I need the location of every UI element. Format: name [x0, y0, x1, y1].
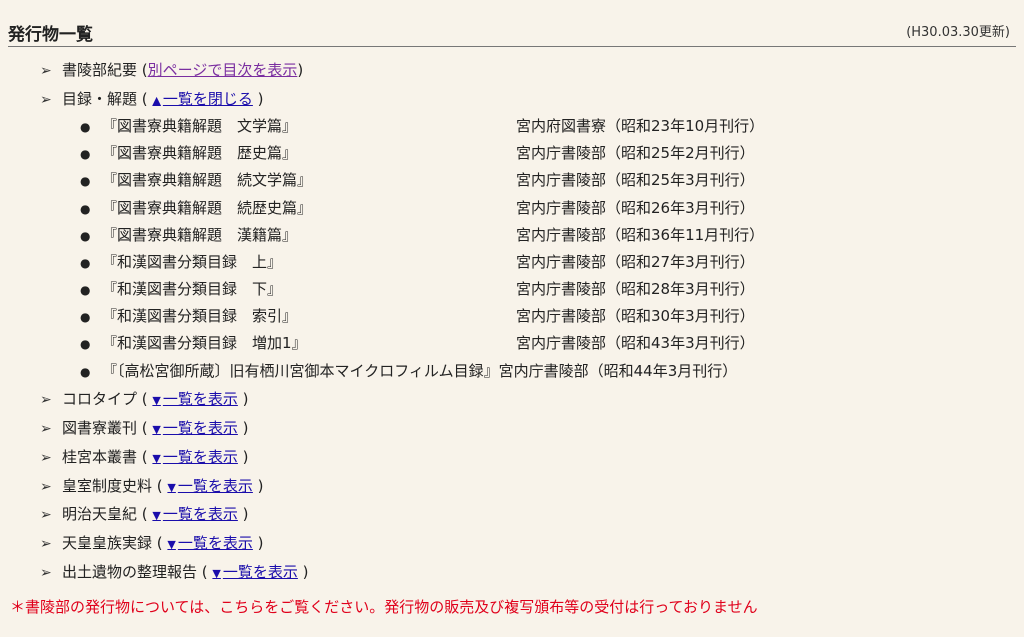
list-item: ● 『図書寮典籍解題 漢籍篇』: [80, 223, 297, 247]
section-label: コロタイプ: [62, 390, 138, 408]
section-label: 書陵部紀要: [62, 61, 138, 79]
arrow-icon: ➢: [40, 565, 52, 581]
section-shutsudo-ibutsu: ➢ 出土遺物の整理報告 ( ▼ 一覧を表示 ): [40, 560, 309, 584]
item-publisher: 宮内庁書陵部（昭和25年3月刊行）: [516, 171, 755, 189]
item-publisher: 宮内庁書陵部（昭和36年11月刊行）: [516, 226, 765, 244]
page-header: 発行物一覧 (H30.03.30更新): [8, 18, 1016, 47]
bullet-icon: ●: [80, 120, 91, 134]
item-title: 『図書寮典籍解題 歴史篇』: [102, 144, 298, 162]
triangle-down-icon: ▼: [212, 567, 221, 580]
section-label: 皇室制度史料: [62, 477, 153, 495]
section-toshoryo-sokan: ➢ 図書寮叢刊 ( ▼ 一覧を表示 ): [40, 416, 249, 440]
item-publisher: 宮内庁書陵部（昭和27年3月刊行）: [516, 253, 755, 271]
item-title: 『和漢図書分類目録 増加1』: [102, 334, 307, 352]
item-title: 『図書寮典籍解題 文学篇』: [102, 117, 298, 135]
show-list-label: 一覧を表示: [162, 419, 238, 437]
item-title: 『〔高松宮御所蔵〕旧有栖川宮御本マイクロフィルム目録』宮内庁書陵部（昭和44年3…: [102, 362, 738, 380]
show-list-label: 一覧を表示: [177, 477, 253, 495]
item-publisher: 宮内府図書寮（昭和23年10月刊行）: [516, 117, 765, 135]
bullet-icon: ●: [80, 229, 91, 243]
section-label: 桂宮本叢書: [62, 448, 138, 466]
triangle-down-icon: ▼: [152, 394, 161, 407]
list-item: ● 『図書寮典籍解題 歴史篇』: [80, 141, 297, 165]
list-item: ● 『和漢図書分類目録 下』: [80, 277, 282, 301]
bullet-icon: ●: [80, 337, 91, 351]
bullet-icon: ●: [80, 365, 91, 379]
list-item: ● 『図書寮典籍解題 続歴史篇』: [80, 196, 312, 220]
arrow-icon: ➢: [40, 479, 52, 495]
updated-date: (H30.03.30更新): [906, 25, 1010, 40]
arrow-icon: ➢: [40, 421, 52, 437]
show-list-label: 一覧を表示: [222, 563, 298, 581]
show-list-link[interactable]: ▼ 一覧を表示: [167, 534, 252, 552]
item-publisher: 宮内庁書陵部（昭和30年3月刊行）: [516, 307, 755, 325]
show-list-link[interactable]: ▼ 一覧を表示: [152, 505, 237, 523]
arrow-icon: ➢: [40, 63, 52, 79]
list-item: ● 『和漢図書分類目録 増加1』: [80, 331, 307, 355]
triangle-up-icon: ▲: [152, 94, 161, 107]
show-list-label: 一覧を表示: [162, 390, 238, 408]
section-label: 出土遺物の整理報告: [62, 563, 198, 581]
item-title: 『図書寮典籍解題 漢籍篇』: [102, 226, 298, 244]
bullet-icon: ●: [80, 202, 91, 216]
triangle-down-icon: ▼: [152, 509, 161, 522]
list-item: ● 『〔高松宮御所蔵〕旧有栖川宮御本マイクロフィルム目録』宮内庁書陵部（昭和44年…: [80, 359, 737, 383]
triangle-down-icon: ▼: [152, 452, 161, 465]
show-list-link[interactable]: ▼ 一覧を表示: [152, 419, 237, 437]
bullet-icon: ●: [80, 310, 91, 324]
section-label: 図書寮叢刊: [62, 419, 138, 437]
list-item: ● 『和漢図書分類目録 上』: [80, 250, 282, 274]
list-item: ● 『図書寮典籍解題 続文学篇』: [80, 168, 312, 192]
arrow-icon: ➢: [40, 92, 52, 108]
arrow-icon: ➢: [40, 536, 52, 552]
page: 発行物一覧 (H30.03.30更新) ➢ 書陵部紀要 (別ページで目次を表示) …: [0, 0, 1024, 637]
section-label: 目録・解題: [62, 90, 138, 108]
section-tenno-kozoku-jitsuroku: ➢ 天皇皇族実録 ( ▼ 一覧を表示 ): [40, 531, 264, 555]
triangle-down-icon: ▼: [152, 423, 161, 436]
page-title: 発行物一覧: [8, 25, 93, 45]
collapse-list-label: 一覧を閉じる: [162, 90, 253, 108]
item-publisher: 宮内庁書陵部（昭和43年3月刊行）: [516, 334, 755, 352]
bullet-icon: ●: [80, 174, 91, 188]
arrow-icon: ➢: [40, 392, 52, 408]
triangle-down-icon: ▼: [167, 538, 176, 551]
item-title: 『図書寮典籍解題 続文学篇』: [102, 171, 313, 189]
section-label: 天皇皇族実録: [62, 534, 153, 552]
section-meiji-tennoki: ➢ 明治天皇紀 ( ▼ 一覧を表示 ): [40, 502, 249, 526]
list-item: ● 『図書寮典籍解題 文学篇』: [80, 114, 297, 138]
item-publisher: 宮内庁書陵部（昭和28年3月刊行）: [516, 280, 755, 298]
collapse-list-link[interactable]: ▲ 一覧を閉じる: [152, 90, 252, 108]
show-list-link[interactable]: ▼ 一覧を表示: [167, 477, 252, 495]
item-publisher: 宮内庁書陵部（昭和26年3月刊行）: [516, 199, 755, 217]
arrow-icon: ➢: [40, 450, 52, 466]
show-list-link[interactable]: ▼ 一覧を表示: [152, 390, 237, 408]
bullet-icon: ●: [80, 147, 91, 161]
section-collotype: ➢ コロタイプ ( ▼ 一覧を表示 ): [40, 387, 249, 411]
section-mokuroku-kaidai: ➢ 目録・解題 ( ▲ 一覧を閉じる ): [40, 87, 264, 111]
item-publisher: 宮内庁書陵部（昭和25年2月刊行）: [516, 144, 755, 162]
section-koshitsu-seido-shiryo: ➢ 皇室制度史料 ( ▼ 一覧を表示 ): [40, 474, 264, 498]
show-list-link[interactable]: ▼ 一覧を表示: [212, 563, 297, 581]
item-title: 『図書寮典籍解題 続歴史篇』: [102, 199, 313, 217]
notice-text: ＊書陵部の発行物については、こちらをご覧ください。発行物の販売及び複写頒布等の受…: [10, 598, 758, 616]
arrow-icon: ➢: [40, 507, 52, 523]
show-list-label: 一覧を表示: [162, 505, 238, 523]
toc-link[interactable]: 別ページで目次を表示: [148, 61, 298, 79]
show-list-label: 一覧を表示: [177, 534, 253, 552]
item-title: 『和漢図書分類目録 上』: [102, 253, 283, 271]
list-item: ● 『和漢図書分類目録 索引』: [80, 304, 297, 328]
triangle-down-icon: ▼: [167, 481, 176, 494]
item-title: 『和漢図書分類目録 下』: [102, 280, 283, 298]
section-shoryobu-kiyo: ➢ 書陵部紀要 (別ページで目次を表示): [40, 58, 303, 82]
show-list-label: 一覧を表示: [162, 448, 238, 466]
item-title: 『和漢図書分類目録 索引』: [102, 307, 298, 325]
section-katsuranomiya-sosho: ➢ 桂宮本叢書 ( ▼ 一覧を表示 ): [40, 445, 249, 469]
section-label: 明治天皇紀: [62, 505, 138, 523]
bullet-icon: ●: [80, 256, 91, 270]
bullet-icon: ●: [80, 283, 91, 297]
show-list-link[interactable]: ▼ 一覧を表示: [152, 448, 237, 466]
